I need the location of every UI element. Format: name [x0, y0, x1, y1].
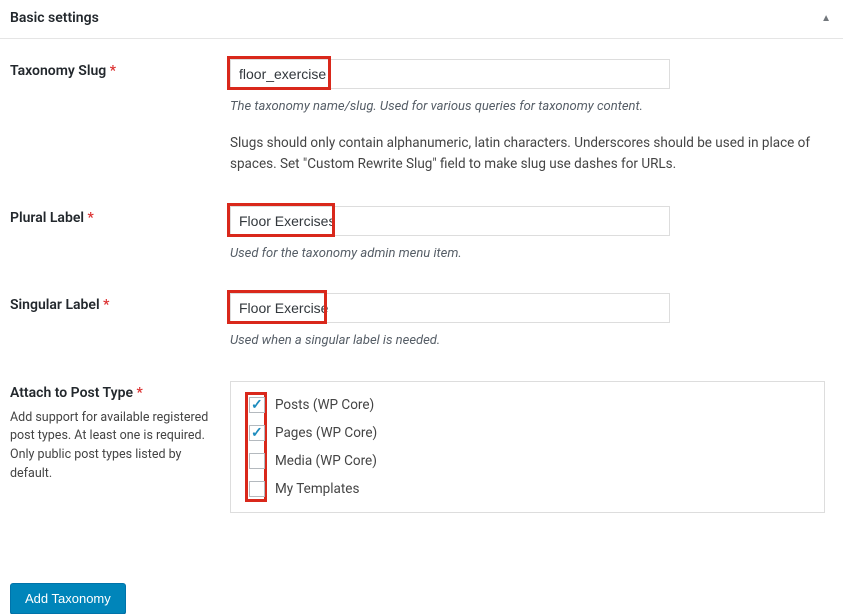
posttype-checkbox-pages[interactable]	[249, 425, 265, 441]
posttype-checkbox-posts[interactable]	[249, 397, 265, 413]
panel-header[interactable]: Basic settings ▲	[0, 0, 843, 39]
field-singular-label: Singular Label * Used when a singular la…	[10, 293, 833, 351]
input-col: Used when a singular label is needed.	[230, 293, 825, 351]
field-plural-label: Plural Label * Used for the taxonomy adm…	[10, 206, 833, 264]
posttype-option: My Templates	[249, 481, 809, 497]
required-marker: *	[88, 210, 94, 226]
input-col: The taxonomy name/slug. Used for various…	[230, 59, 825, 176]
posttype-option: Posts (WP Core)	[249, 397, 809, 413]
posttype-checkbox-mytemplates[interactable]	[249, 481, 265, 497]
posttype-checkbox-media[interactable]	[249, 453, 265, 469]
slug-desc-1: The taxonomy name/slug. Used for various…	[230, 97, 825, 117]
add-taxonomy-button[interactable]: Add Taxonomy	[10, 583, 126, 614]
posttype-option-label: Pages (WP Core)	[275, 425, 377, 441]
posttype-option-label: Posts (WP Core)	[275, 397, 374, 413]
label-col: Singular Label *	[10, 293, 230, 313]
plural-input[interactable]	[230, 206, 670, 236]
input-wrap	[230, 293, 670, 323]
input-col: Posts (WP Core) Pages (WP Core) Media (W…	[230, 381, 825, 513]
posttype-option: Media (WP Core)	[249, 453, 809, 469]
submit-area: Add Taxonomy	[0, 573, 843, 614]
panel-title: Basic settings	[10, 10, 99, 26]
slug-input[interactable]	[230, 59, 670, 89]
required-marker: *	[136, 385, 142, 401]
plural-desc: Used for the taxonomy admin menu item.	[230, 244, 825, 264]
posttype-option-label: Media (WP Core)	[275, 453, 377, 469]
input-wrap	[230, 59, 670, 89]
label-col: Taxonomy Slug *	[10, 59, 230, 79]
posttype-label: Attach to Post Type *	[10, 385, 143, 401]
posttype-subdesc: Add support for available registered pos…	[10, 409, 230, 484]
form-body: Taxonomy Slug * The taxonomy name/slug. …	[0, 39, 843, 533]
posttype-option: Pages (WP Core)	[249, 425, 809, 441]
input-wrap	[230, 206, 670, 236]
label-col: Attach to Post Type * Add support for av…	[10, 381, 230, 484]
required-marker: *	[103, 297, 109, 313]
posttype-options-box: Posts (WP Core) Pages (WP Core) Media (W…	[230, 381, 825, 513]
posttype-option-label: My Templates	[275, 481, 359, 497]
singular-desc: Used when a singular label is needed.	[230, 331, 825, 351]
input-col: Used for the taxonomy admin menu item.	[230, 206, 825, 264]
singular-input[interactable]	[230, 293, 670, 323]
plural-label: Plural Label *	[10, 210, 94, 226]
label-col: Plural Label *	[10, 206, 230, 226]
required-marker: *	[110, 63, 116, 79]
singular-label: Singular Label *	[10, 297, 109, 313]
field-taxonomy-slug: Taxonomy Slug * The taxonomy name/slug. …	[10, 59, 833, 176]
slug-label: Taxonomy Slug *	[10, 63, 116, 79]
slug-desc-2: Slugs should only contain alphanumeric, …	[230, 133, 825, 176]
collapse-icon[interactable]: ▲	[821, 13, 831, 24]
field-attach-post-type: Attach to Post Type * Add support for av…	[10, 381, 833, 513]
